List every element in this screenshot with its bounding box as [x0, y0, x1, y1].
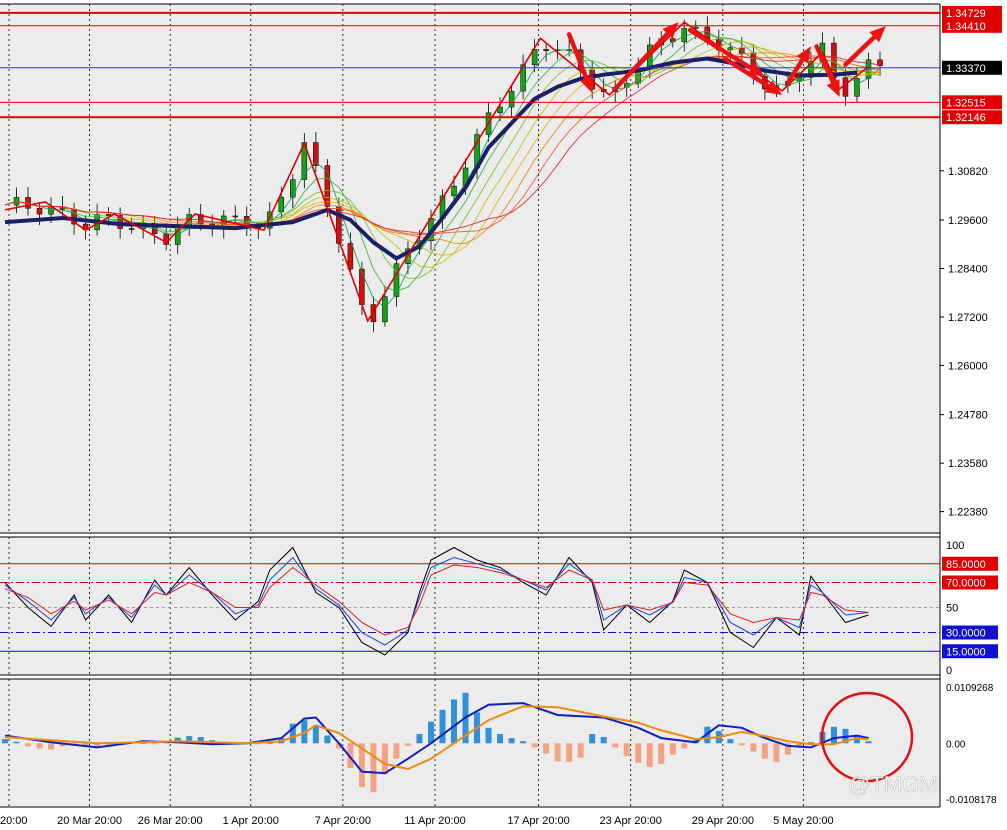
macd-histogram-bar — [727, 739, 734, 744]
macd-histogram-bar — [635, 743, 642, 763]
candle-body — [128, 228, 135, 230]
macd-histogram-bar — [13, 741, 20, 744]
stoch-level-tag-label: 85.0000 — [946, 559, 986, 571]
candle-body — [382, 296, 388, 323]
x-tick-label: 20 Mar 20:00 — [57, 815, 122, 827]
macd-histogram-bar — [623, 743, 630, 757]
macd-histogram-bar — [36, 743, 43, 749]
macd-histogram-bar — [497, 734, 504, 744]
stoch-y-tick-label: 100 — [946, 540, 964, 552]
price-level-tag-label: 1.32146 — [946, 112, 986, 124]
candle-body — [543, 49, 549, 51]
macd-histogram-bar — [865, 741, 872, 744]
macd-histogram-bar — [439, 709, 446, 744]
candle-body — [842, 77, 849, 97]
macd-histogram-bar — [543, 743, 550, 754]
macd-histogram-bar — [577, 743, 584, 758]
macd-histogram-bar — [589, 734, 596, 744]
price-level-tag-label: 1.32515 — [946, 97, 986, 109]
y-tick-label: 1.28400 — [948, 264, 988, 276]
macd-histogram-bar — [404, 743, 411, 746]
candle-body — [290, 179, 296, 198]
macd-histogram-bar — [48, 743, 55, 750]
macd-histogram-bar — [658, 743, 665, 764]
watermark: @TMGM — [848, 772, 938, 797]
macd-y-tick-label: 0.00 — [946, 739, 966, 750]
macd-histogram-bar — [566, 743, 573, 762]
x-tick-label: 23 Apr 20:00 — [600, 815, 662, 827]
macd-histogram-bar — [669, 743, 676, 755]
macd-histogram-bar — [520, 741, 527, 744]
macd-histogram-bar — [312, 725, 319, 744]
macd-histogram-bar — [681, 743, 688, 749]
candle-body — [508, 90, 515, 108]
stoch-level-tag-label: 30.0000 — [946, 628, 986, 640]
macd-histogram-bar — [646, 743, 653, 767]
y-tick-label: 1.29600 — [948, 215, 988, 227]
candle-body — [232, 215, 239, 218]
macd-histogram-bar — [451, 699, 458, 744]
x-tick-label: 11 Apr 20:00 — [404, 815, 466, 827]
price-level-tag-label: 1.34729 — [946, 8, 986, 20]
x-tick-label: 26 Mar 20:00 — [138, 815, 203, 827]
stoch-level-tag-label: 70.0000 — [946, 578, 986, 590]
macd-histogram-bar — [2, 739, 8, 744]
trading-chart: 20:00 20 Mar 20:00 26 Mar 20:00 1 Apr 20:00… — [0, 3, 1002, 827]
macd-histogram-bar — [750, 743, 757, 752]
y-tick-label: 1.30820 — [948, 166, 988, 178]
macd-histogram-bar — [485, 727, 492, 744]
y-tick-label: 1.24780 — [948, 410, 988, 422]
macd-histogram-bar — [370, 743, 377, 793]
macd-histogram-bar — [531, 743, 538, 748]
macd-histogram-bar — [600, 737, 607, 744]
macd-histogram-bar — [738, 743, 745, 746]
macd-histogram-bar — [416, 734, 423, 744]
panel-background-1 — [0, 4, 940, 533]
macd-histogram-bar — [25, 743, 32, 747]
macd-histogram-bar — [830, 726, 837, 744]
x-tick-label: 7 Apr 20:00 — [315, 815, 371, 827]
x-tick-label: 5 May 20:00 — [773, 815, 834, 827]
x-tick-label: 1 Apr 20:00 — [223, 815, 279, 827]
macd-histogram-bar — [427, 721, 434, 744]
stoch-y-tick-label: 0 — [946, 665, 952, 677]
macd-histogram-bar — [554, 743, 561, 762]
stoch-level-tag-label: 15.0000 — [946, 646, 986, 658]
x-tick-label: 20:00 — [0, 815, 28, 827]
candle-body — [854, 78, 860, 97]
macd-histogram-bar — [612, 743, 619, 748]
macd-histogram-bar — [324, 735, 331, 744]
macd-histogram-bar — [508, 738, 515, 744]
macd-histogram-bar — [151, 743, 158, 745]
price-level-tag-label: 1.34410 — [946, 21, 986, 33]
stoch-y-tick-label: 50 — [946, 603, 958, 615]
candle-body — [681, 28, 688, 43]
x-tick-label: 17 Apr 20:00 — [507, 815, 569, 827]
y-tick-label: 1.26000 — [948, 360, 988, 372]
macd-histogram-bar — [393, 743, 400, 759]
macd-histogram-bar — [381, 743, 388, 775]
chart-stage: 20:00 20 Mar 20:00 26 Mar 20:00 1 Apr 20:00… — [0, 0, 1007, 830]
macd-y-tick-label: -0.0108178 — [946, 795, 997, 806]
x-tick-label: 29 Apr 20:00 — [692, 815, 754, 827]
macd-y-tick-label: 0.0109268 — [946, 683, 994, 694]
macd-histogram-bar — [773, 743, 780, 762]
candle-body — [36, 208, 43, 215]
y-tick-label: 1.27200 — [948, 312, 988, 324]
candle-body — [451, 185, 457, 197]
y-tick-label: 1.22380 — [948, 507, 988, 519]
y-tick-label: 1.23580 — [948, 458, 988, 470]
macd-histogram-bar — [761, 743, 768, 759]
price-level-tag-label: 1.33370 — [946, 63, 986, 75]
